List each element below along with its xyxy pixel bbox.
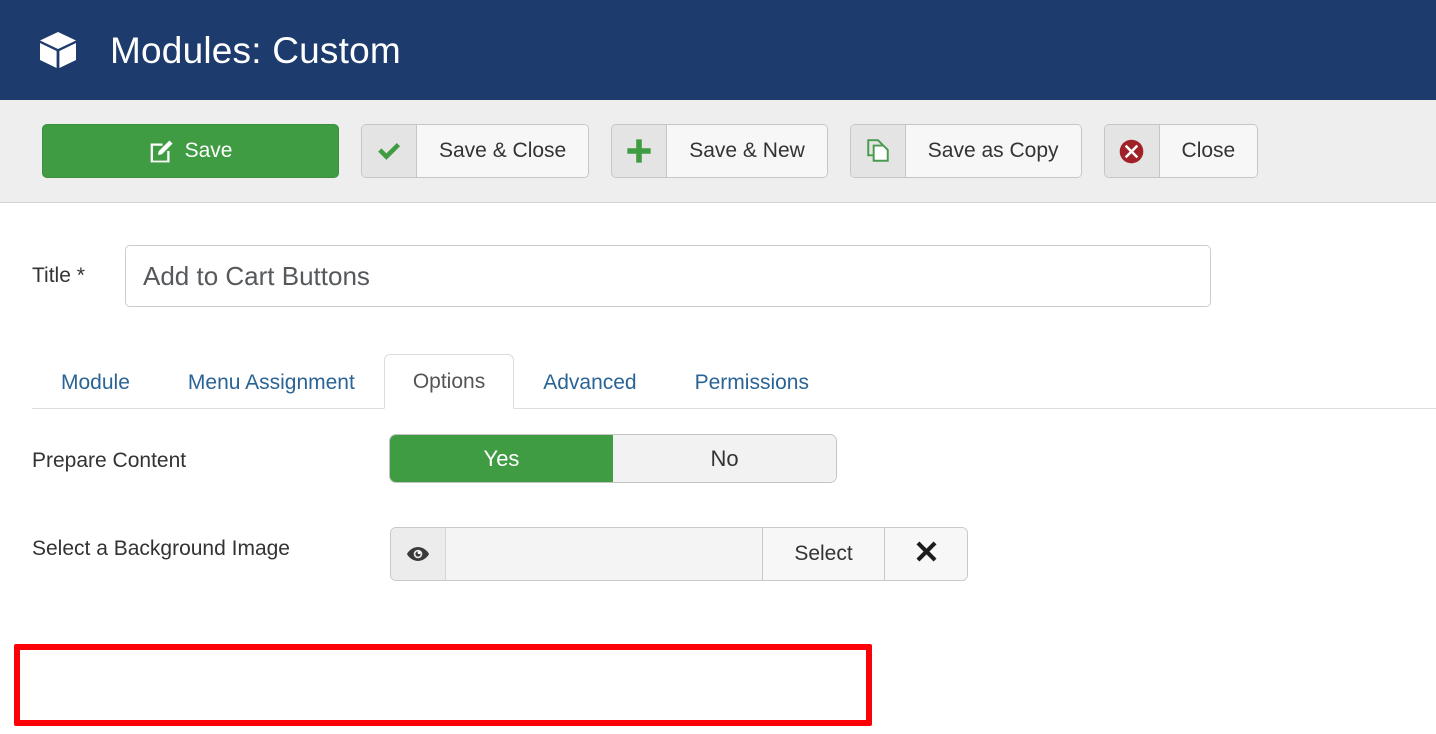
background-image-input[interactable] xyxy=(446,528,762,580)
prepare-content-row: Prepare Content Yes No xyxy=(32,409,1436,482)
plus-icon xyxy=(612,125,668,177)
title-field-row: Title * xyxy=(0,203,1436,307)
save-and-new-label: Save & New xyxy=(667,125,827,177)
x-icon xyxy=(914,539,939,569)
save-as-copy-label: Save as Copy xyxy=(905,125,1081,177)
prepare-content-no-option[interactable]: No xyxy=(613,435,836,482)
tab-module[interactable]: Module xyxy=(32,355,159,409)
title-label: Title * xyxy=(32,264,85,287)
close-button[interactable]: Close xyxy=(1103,124,1259,178)
background-image-clear-button[interactable] xyxy=(884,528,967,580)
prepare-content-toggle[interactable]: Yes No xyxy=(390,435,836,482)
tab-permissions[interactable]: Permissions xyxy=(666,355,838,409)
edit-pencil-square-icon xyxy=(149,139,174,164)
eye-icon[interactable] xyxy=(391,528,446,580)
copy-documents-icon xyxy=(850,125,906,177)
save-button[interactable]: Save xyxy=(42,124,339,178)
save-as-copy-button[interactable]: Save as Copy xyxy=(849,124,1082,178)
check-icon xyxy=(362,125,417,177)
tab-options[interactable]: Options xyxy=(383,354,515,409)
save-and-new-button[interactable]: Save & New xyxy=(611,124,828,178)
save-and-close-label: Save & Close xyxy=(417,125,589,177)
title-input[interactable] xyxy=(125,245,1211,307)
close-button-label: Close xyxy=(1159,125,1258,177)
background-image-select-button[interactable]: Select xyxy=(762,528,884,580)
prepare-content-highlight xyxy=(14,644,872,726)
save-button-label: Save xyxy=(184,139,233,162)
close-circle-icon xyxy=(1104,125,1160,177)
background-image-field: Select xyxy=(390,527,968,581)
background-image-row: Select a Background Image Select xyxy=(32,482,1436,581)
save-and-close-button[interactable]: Save & Close xyxy=(361,124,590,178)
prepare-content-yes-option[interactable]: Yes xyxy=(390,435,613,482)
page-title: Modules: Custom xyxy=(110,29,401,71)
options-panel: Prepare Content Yes No Select a Backgrou… xyxy=(0,409,1436,581)
page-header: Modules: Custom xyxy=(0,0,1436,100)
tabs-container: Module Menu Assignment Options Advanced … xyxy=(0,339,1436,409)
tab-list: Module Menu Assignment Options Advanced … xyxy=(32,339,1436,409)
cube-icon xyxy=(36,28,80,72)
content-area: Title * Module Menu Assignment Options A… xyxy=(0,203,1436,726)
tab-menu-assignment[interactable]: Menu Assignment xyxy=(159,355,384,409)
background-image-label: Select a Background Image xyxy=(32,537,290,560)
toolbar: Save Save & Close Save & New Save as Cop… xyxy=(0,100,1436,203)
prepare-content-label: Prepare Content xyxy=(32,449,187,472)
tab-advanced[interactable]: Advanced xyxy=(514,355,665,409)
